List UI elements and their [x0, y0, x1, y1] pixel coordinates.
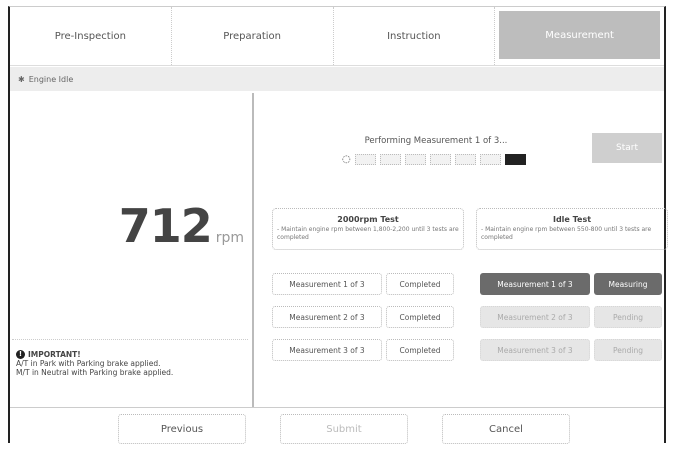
gear-icon: ✱: [18, 74, 25, 84]
footer-bar: Previous Submit Cancel: [10, 407, 664, 445]
test-group-idle: Idle Test - Maintain engine rpm between …: [476, 208, 668, 250]
tab-pre-inspection[interactable]: Pre-Inspection: [10, 7, 172, 65]
progress-segment: [429, 154, 451, 165]
test-group-2000rpm: 2000rpm Test - Maintain engine rpm betwe…: [272, 208, 464, 250]
measurement-panel: Performing Measurement 1 of 3... ◌ Start…: [256, 93, 668, 407]
measurement-status-button[interactable]: Completed: [386, 273, 454, 295]
step-tabs: Pre-Inspection Preparation Instruction M…: [10, 7, 664, 66]
measurement-button[interactable]: Measurement 2 of 3: [480, 306, 590, 328]
note-line: M/T in Neutral with Parking brake applie…: [16, 368, 174, 377]
info-icon: !: [16, 350, 25, 359]
progress-segment-active: [504, 154, 526, 165]
tab-label: Instruction: [387, 30, 441, 42]
tab-label: Pre-Inspection: [54, 30, 126, 42]
submit-button[interactable]: Submit: [280, 414, 408, 444]
test-description: - Maintain engine rpm between 550-800 un…: [481, 226, 652, 241]
tab-label: Preparation: [223, 30, 282, 42]
measurement-status-button[interactable]: Completed: [386, 339, 454, 361]
tab-preparation[interactable]: Preparation: [172, 7, 334, 65]
measurement-row: Measurement 3 of 3 Pending: [480, 339, 662, 361]
rpm-unit: rpm: [215, 230, 244, 246]
progress-segment: [379, 154, 401, 165]
rpm-value: 712: [118, 199, 213, 253]
important-note: ! IMPORTANT! A/T in Park with Parking br…: [12, 339, 248, 401]
app-frame: Pre-Inspection Preparation Instruction M…: [8, 6, 668, 445]
measurement-status-button[interactable]: Measuring: [594, 273, 662, 295]
rpm-readout: 712 rpm: [10, 199, 250, 253]
tab-measurement[interactable]: Measurement: [499, 11, 660, 59]
note-title: IMPORTANT!: [28, 350, 81, 359]
previous-button[interactable]: Previous: [118, 414, 246, 444]
measurement-button[interactable]: Measurement 3 of 3: [272, 339, 382, 361]
measurement-row: Measurement 2 of 3 Pending: [480, 306, 662, 328]
measurement-status-button[interactable]: Pending: [594, 339, 662, 361]
start-button[interactable]: Start: [592, 133, 662, 163]
tab-instruction[interactable]: Instruction: [334, 7, 496, 65]
breadcrumb: ✱ Engine Idle: [10, 67, 664, 91]
measurement-status-button[interactable]: Pending: [594, 306, 662, 328]
spinner-icon: ◌: [342, 154, 351, 165]
progress-indicator: ◌: [342, 154, 526, 165]
measurement-status-button[interactable]: Completed: [386, 306, 454, 328]
measurement-row: Measurement 1 of 3 Completed: [272, 273, 454, 295]
test-description: - Maintain engine rpm between 1,800-2,20…: [277, 226, 459, 241]
rpm-panel: 712 rpm ! IMPORTANT! A/T in Park with Par…: [10, 93, 254, 407]
measurement-status: Performing Measurement 1 of 3...: [364, 136, 508, 146]
measurement-row: Measurement 2 of 3 Completed: [272, 306, 454, 328]
measurement-row: Measurement 1 of 3 Measuring: [480, 273, 662, 295]
measurement-button[interactable]: Measurement 1 of 3: [272, 273, 382, 295]
measurement-button[interactable]: Measurement 1 of 3: [480, 273, 590, 295]
progress-segment: [354, 154, 376, 165]
breadcrumb-label: Engine Idle: [28, 74, 74, 84]
cancel-button[interactable]: Cancel: [442, 414, 570, 444]
tab-label: Measurement: [545, 29, 614, 41]
progress-segment: [404, 154, 426, 165]
measurement-button[interactable]: Measurement 3 of 3: [480, 339, 590, 361]
test-title: 2000rpm Test: [337, 215, 399, 224]
measurement-button[interactable]: Measurement 2 of 3: [272, 306, 382, 328]
test-title: Idle Test: [552, 215, 592, 224]
progress-segment: [454, 154, 476, 165]
progress-segment: [479, 154, 501, 165]
note-line: A/T in Park with Parking brake applied.: [16, 359, 161, 368]
measurement-row: Measurement 3 of 3 Completed: [272, 339, 454, 361]
